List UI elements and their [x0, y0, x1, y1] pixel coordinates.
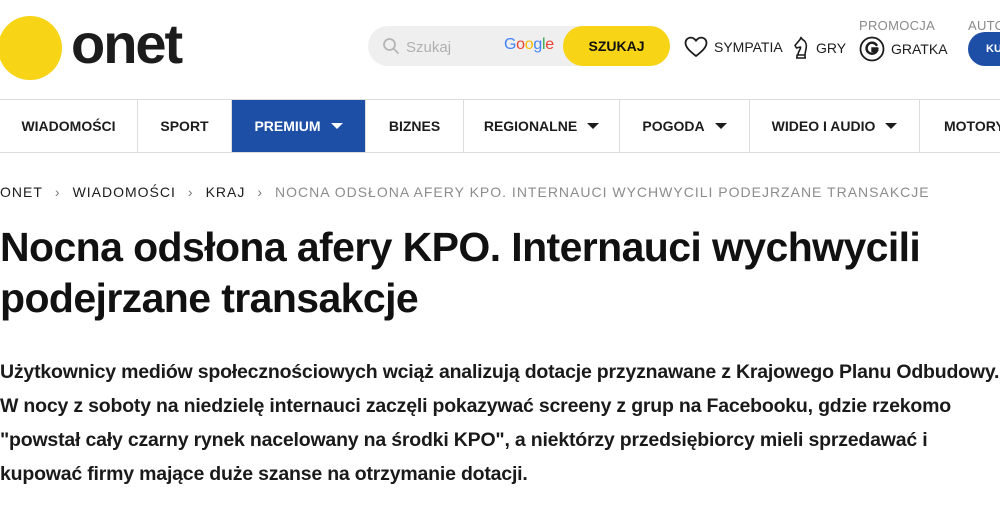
- chevron-down-icon: [714, 123, 727, 129]
- breadcrumb-current: NOCNA ODSŁONA AFERY KPO. INTERNAUCI WYCH…: [275, 184, 930, 200]
- chevron-right-icon: ›: [257, 184, 264, 200]
- nav-item-label: MOTORY: [944, 118, 1000, 134]
- breadcrumb-item-onet[interactable]: ONET: [0, 184, 43, 200]
- chess-knight-icon: [794, 36, 808, 59]
- promo-label: PROMOCJA: [859, 18, 936, 33]
- nav-item-premium[interactable]: PREMIUM: [232, 100, 366, 152]
- google-letter: e: [545, 36, 554, 53]
- search-input[interactable]: [404, 32, 500, 62]
- chevron-down-icon: [330, 123, 343, 129]
- nav-item-label: POGODA: [642, 118, 705, 134]
- nav-item-label: BIZNES: [388, 118, 441, 134]
- google-logo: Google: [504, 36, 554, 54]
- auto-label: AUTO: [968, 18, 1000, 33]
- breadcrumb-item-kraj[interactable]: KRAJ: [206, 184, 246, 200]
- nav-item-label: REGIONALNE: [483, 118, 578, 134]
- google-letter: g: [533, 36, 542, 53]
- main-nav: WIADOMOŚCI SPORT PREMIUM BIZNES REGIONAL…: [0, 99, 1000, 153]
- nav-item-label: WIDEO I AUDIO: [771, 118, 876, 134]
- chevron-down-icon: [885, 123, 898, 129]
- google-letter: G: [504, 36, 517, 53]
- auto-button[interactable]: KU: [968, 32, 1000, 66]
- nav-item-regionalne[interactable]: REGIONALNE: [464, 100, 620, 152]
- nav-item-wiadomosci[interactable]: WIADOMOŚCI: [0, 100, 138, 152]
- nav-item-pogoda[interactable]: POGODA: [620, 100, 750, 152]
- gry-link[interactable]: GRY: [792, 36, 846, 60]
- nav-item-wideo-i-audio[interactable]: WIDEO I AUDIO: [750, 100, 920, 152]
- gry-label: GRY: [816, 40, 847, 56]
- nav-item-biznes[interactable]: BIZNES: [366, 100, 464, 152]
- logo-yellow-dot: [0, 16, 62, 80]
- nav-item-label: PREMIUM: [254, 118, 321, 134]
- chevron-right-icon: ›: [54, 184, 61, 200]
- search-button[interactable]: SZUKAJ: [563, 26, 670, 66]
- nav-item-label: SPORT: [160, 118, 209, 134]
- breadcrumb: ONET › WIADOMOŚCI › KRAJ › NOCNA ODSŁONA…: [0, 184, 930, 200]
- heart-icon: [684, 36, 708, 57]
- chevron-right-icon: ›: [187, 184, 194, 200]
- nav-item-sport[interactable]: SPORT: [138, 100, 232, 152]
- nav-item-motory[interactable]: MOTORY: [920, 100, 1000, 152]
- gratka-logo-icon: [859, 36, 885, 62]
- gratka-label: GRATKA: [891, 41, 948, 57]
- nav-item-label: WIADOMOŚCI: [21, 118, 116, 134]
- search-bar: Google SZUKAJ: [368, 26, 670, 66]
- sympatia-link[interactable]: SYMPATIA: [684, 36, 783, 58]
- google-letter: o: [516, 36, 525, 53]
- search-icon: [383, 38, 399, 54]
- gratka-link[interactable]: GRATKA: [859, 36, 948, 62]
- logo-text: onet: [71, 12, 183, 75]
- sympatia-label: SYMPATIA: [714, 39, 783, 55]
- chevron-down-icon: [587, 123, 600, 129]
- breadcrumb-item-wiadomosci[interactable]: WIADOMOŚCI: [73, 184, 176, 200]
- article-title: Nocna odsłona afery KPO. Internauci wych…: [0, 224, 921, 321]
- article-lead: Użytkownicy mediów społecznościowych wci…: [0, 361, 1000, 485]
